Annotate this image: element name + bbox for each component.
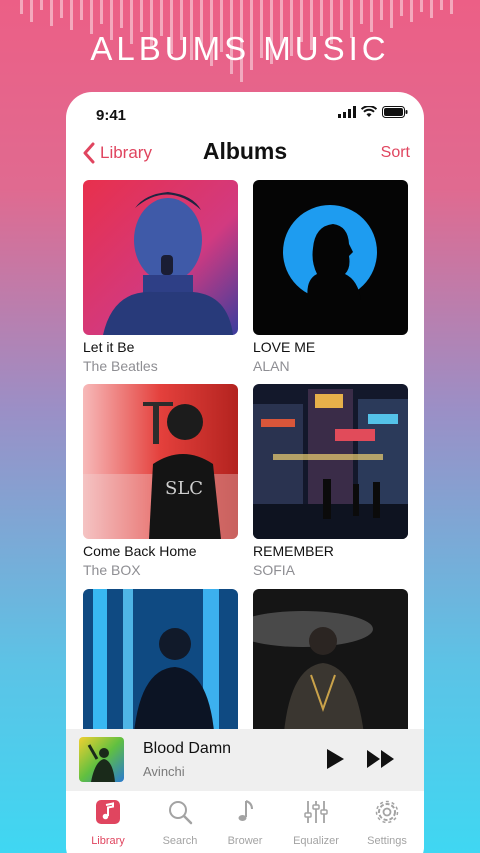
album-title: REMEMBER [253,543,334,559]
signal-icon [338,106,356,118]
now-playing-artist: Avinchi [143,764,185,779]
play-icon[interactable] [324,747,346,771]
status-bar: 9:41 [66,92,424,136]
svg-text:SLC: SLC [165,478,203,499]
battery-icon [382,106,408,118]
album-cover [83,180,238,335]
album-item[interactable] [253,589,408,744]
now-playing-artwork [79,737,124,782]
album-item[interactable] [83,589,238,744]
album-cover [253,180,408,335]
equalizer-icon [304,801,328,823]
tab-brower[interactable]: Brower [210,797,280,847]
album-item[interactable]: SLC Come Back Home The BOX [83,384,238,578]
wifi-icon [361,106,377,117]
album-cover [253,589,408,744]
tab-settings[interactable]: Settings [352,797,422,847]
album-item[interactable]: LOVE ME ALAN [253,180,408,374]
mini-player[interactable]: Blood Damn Avinchi [66,729,424,791]
fast-forward-icon[interactable] [366,749,396,769]
note-icon [238,800,253,821]
status-time: 9:41 [96,107,127,124]
tab-equalizer[interactable]: Equalizer [281,797,351,847]
tab-label: Equalizer [293,835,339,847]
navigation-bar: Library Albums Sort [66,136,424,172]
phone-screen: 9:41 Library Albums Sort Let it Be The B… [66,92,424,853]
album-title: Let it Be [83,339,135,355]
album-artist: ALAN [253,358,290,374]
album-artist: The Beatles [83,358,158,374]
tab-search[interactable]: Search [145,797,215,847]
album-cover: SLC [83,384,238,539]
sort-button[interactable]: Sort [381,144,410,162]
tab-label: Settings [367,835,407,847]
album-item[interactable]: Let it Be The Beatles [83,180,238,374]
tab-library[interactable]: Library [73,797,143,847]
music-note-icon [96,800,120,824]
status-icons [338,106,408,118]
now-playing-title: Blood Damn [143,740,232,757]
album-artist: SOFIA [253,562,296,578]
album-cover [83,589,238,744]
album-title: LOVE ME [253,339,316,355]
tab-label: Search [162,835,198,847]
album-item[interactable]: REMEMBER SOFIA [253,384,408,578]
tab-label: Brower [227,835,263,847]
page-headline: ALBUMS MUSIC [90,30,390,67]
search-icon [169,801,193,825]
gear-icon [375,800,399,824]
page-title: Albums [202,138,288,164]
album-title: Come Back Home [83,543,197,559]
tab-bar: Library Search Brower Equalizer Settings [66,791,424,853]
album-cover [253,384,408,539]
album-artist: The BOX [83,562,141,578]
tab-label: Library [91,835,125,847]
